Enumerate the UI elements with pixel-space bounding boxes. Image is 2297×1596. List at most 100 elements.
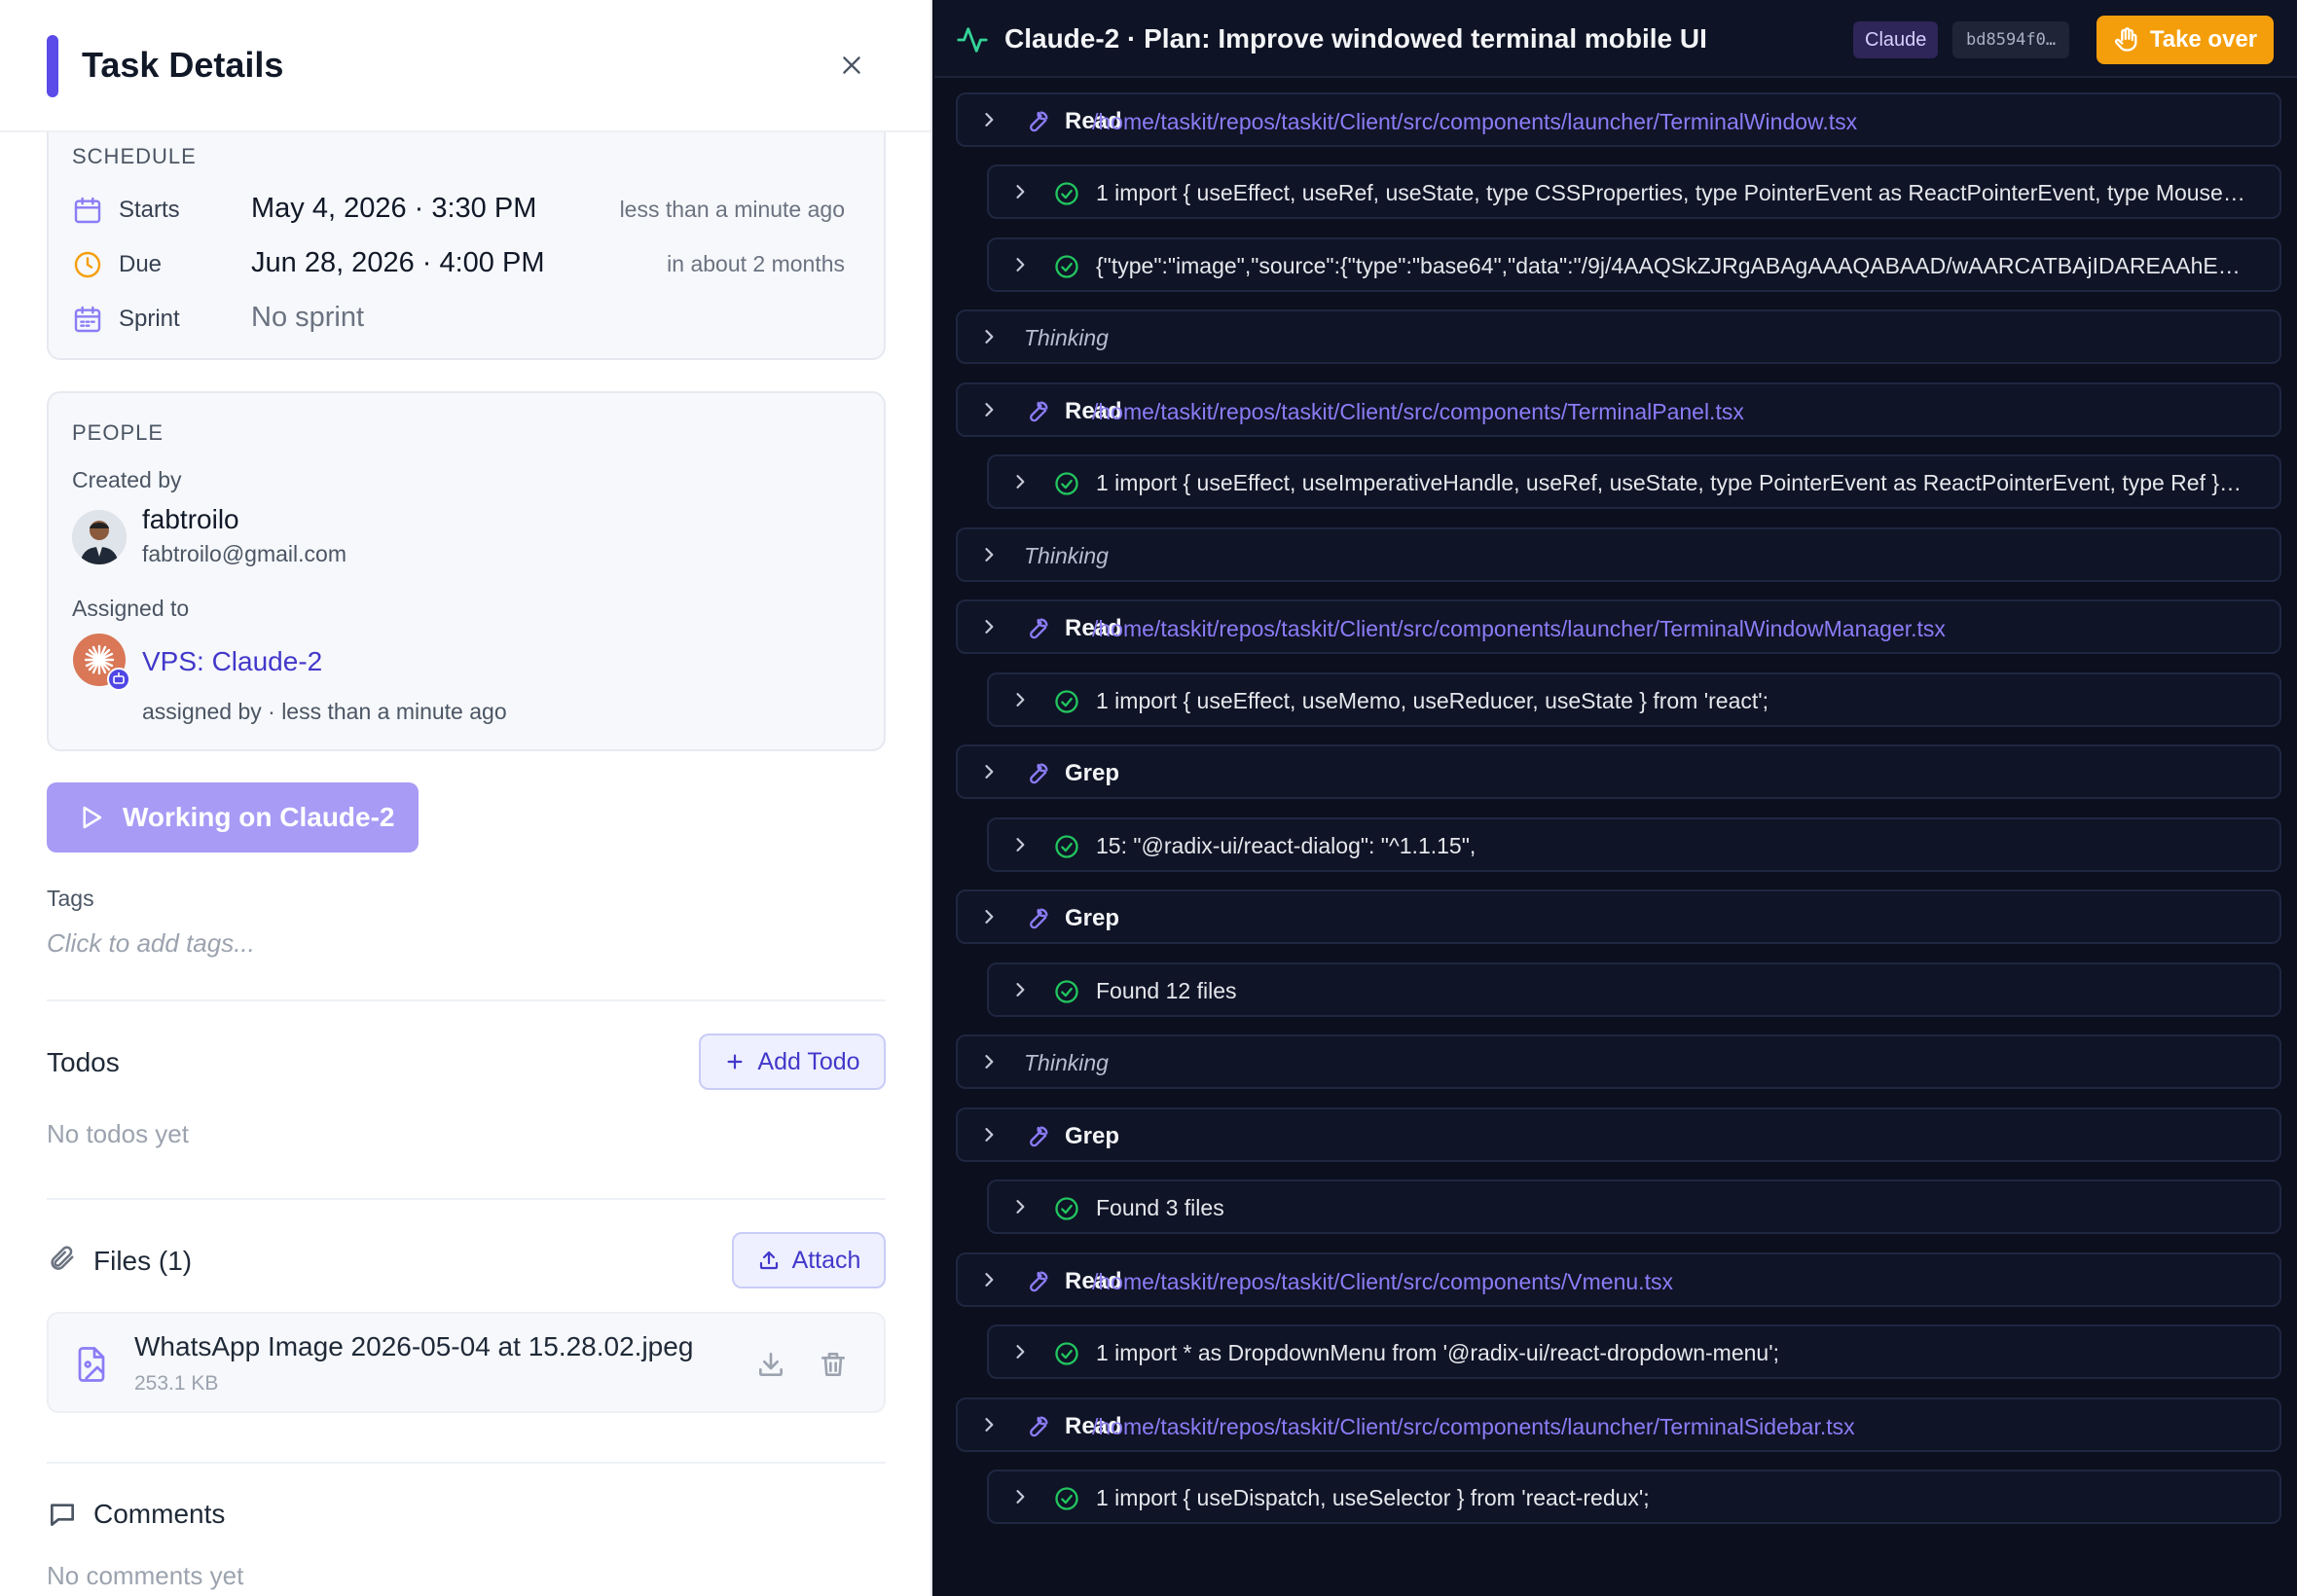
creator-avatar — [72, 510, 127, 564]
tool-result-text: 1 import { useEffect, useMemo, useReduce… — [1096, 688, 1769, 713]
due-value: Jun 28, 2026 · 4:00 PM — [251, 247, 545, 278]
add-todo-label: Add Todo — [757, 1047, 860, 1075]
task-details-panel: SCHEDULE Starts May 4, 2026 · 3:30 PM le… — [0, 0, 932, 1596]
chevron-right-icon — [979, 907, 999, 926]
tool-result-row[interactable]: 1 import { useEffect, useMemo, useReduce… — [987, 672, 2281, 727]
people-caption: PEOPLE — [72, 420, 164, 445]
chevron-right-icon — [1010, 835, 1030, 854]
panel-title: Task Details — [82, 45, 284, 85]
chevron-right-icon — [1010, 1487, 1030, 1506]
tool-path: /home/taskit/repos/taskit/Client/src/com… — [1092, 1269, 1673, 1294]
wrench-icon — [1024, 615, 1051, 642]
attach-button[interactable]: Attach — [732, 1232, 886, 1288]
chevron-right-icon — [1010, 472, 1030, 491]
divider — [47, 1462, 886, 1464]
tool-call-row[interactable]: Grep — [956, 1107, 2281, 1162]
tags-input[interactable]: Click to add tags... — [47, 928, 255, 959]
tool-name: Grep — [1065, 1123, 1120, 1149]
upload-icon — [757, 1249, 781, 1272]
created-by-label: Created by — [72, 467, 182, 492]
check-circle-icon — [1053, 978, 1080, 1005]
tool-call-row[interactable]: Grep — [956, 889, 2281, 944]
chevron-right-icon — [979, 1125, 999, 1144]
chevron-right-icon — [1010, 980, 1030, 999]
wrench-icon — [1024, 398, 1051, 425]
tool-result-row[interactable]: {"type":"image","source":{"type":"base64… — [987, 237, 2281, 292]
tool-result-row[interactable]: 1 import { useEffect, useRef, useState, … — [987, 164, 2281, 219]
sprint-calendar-icon — [72, 304, 103, 335]
creator-email: fabtroilo@gmail.com — [142, 541, 346, 566]
tool-result-row[interactable]: 1 import { useEffect, useImperativeHandl… — [987, 454, 2281, 509]
tool-call-row[interactable]: Read/home/taskit/repos/taskit/Client/src… — [956, 599, 2281, 654]
tool-call-row[interactable]: Read/home/taskit/repos/taskit/Client/src… — [956, 382, 2281, 437]
tool-result-row[interactable]: Found 12 files — [987, 962, 2281, 1017]
schedule-card: SCHEDULE Starts May 4, 2026 · 3:30 PM le… — [47, 97, 886, 360]
plus-icon — [724, 1051, 746, 1072]
trash-icon[interactable] — [818, 1349, 849, 1380]
tool-result-row[interactable]: 1 import * as DropdownMenu from '@radix-… — [987, 1324, 2281, 1379]
tool-result-text: Found 12 files — [1096, 978, 1237, 1003]
chevron-right-icon — [979, 327, 999, 346]
tool-call-row[interactable]: Read/home/taskit/repos/taskit/Client/src… — [956, 92, 2281, 147]
assignee-name[interactable]: VPS: Claude-2 — [142, 646, 322, 677]
tool-result-text: 1 import { useEffect, useImperativeHandl… — [1096, 470, 2242, 495]
tool-call-row[interactable]: Read/home/taskit/repos/taskit/Client/src… — [956, 1252, 2281, 1307]
thinking-label: Thinking — [1024, 325, 1109, 350]
check-circle-icon — [1053, 1340, 1080, 1367]
image-file-icon — [74, 1345, 109, 1384]
hand-icon — [2113, 26, 2140, 54]
assigned-meta: assigned by · less than a minute ago — [142, 699, 507, 724]
agent-badge: Claude — [1853, 21, 1939, 58]
session-hash-badge[interactable]: bd8594f0… — [1952, 21, 2070, 58]
schedule-caption: SCHEDULE — [72, 144, 197, 168]
due-relative: in about 2 months — [667, 251, 845, 276]
chevron-right-icon — [1010, 1342, 1030, 1361]
close-button[interactable] — [831, 45, 872, 86]
tool-result-row[interactable]: Found 3 files — [987, 1179, 2281, 1234]
download-icon[interactable] — [755, 1349, 786, 1380]
working-on-button[interactable]: Working on Claude-2 — [47, 782, 419, 852]
thinking-label: Thinking — [1024, 543, 1109, 568]
check-circle-icon — [1053, 1195, 1080, 1222]
due-row[interactable]: Due Jun 28, 2026 · 4:00 PM in about 2 mo… — [72, 243, 860, 286]
thinking-row[interactable]: Thinking — [956, 527, 2281, 582]
sprint-row[interactable]: Sprint No sprint — [72, 298, 860, 341]
tool-result-row[interactable]: 1 import { useDispatch, useSelector } fr… — [987, 1469, 2281, 1524]
file-item[interactable]: WhatsApp Image 2026-05-04 at 15.28.02.jp… — [47, 1312, 886, 1413]
chevron-right-icon — [1010, 1197, 1030, 1216]
chevron-right-icon — [979, 1052, 999, 1071]
tool-result-text: {"type":"image","source":{"type":"base64… — [1096, 253, 2241, 278]
starts-row[interactable]: Starts May 4, 2026 · 3:30 PM less than a… — [72, 189, 860, 232]
take-over-button[interactable]: Take over — [2096, 16, 2274, 64]
add-todo-button[interactable]: Add Todo — [699, 1034, 886, 1090]
check-circle-icon — [1053, 180, 1080, 207]
tags-label: Tags — [47, 886, 94, 911]
tool-call-row[interactable]: Read/home/taskit/repos/taskit/Client/src… — [956, 1397, 2281, 1452]
file-size: 253.1 KB — [134, 1372, 219, 1395]
wrench-icon — [1024, 1413, 1051, 1440]
check-circle-icon — [1053, 833, 1080, 860]
terminal-topbar: Claude-2 · Plan: Improve windowed termin… — [934, 0, 2297, 78]
tool-call-row[interactable]: Grep — [956, 744, 2281, 799]
starts-value: May 4, 2026 · 3:30 PM — [251, 193, 537, 224]
header-accent-bar — [47, 35, 58, 97]
tool-path: /home/taskit/repos/taskit/Client/src/com… — [1092, 1414, 1855, 1439]
thinking-row[interactable]: Thinking — [956, 1034, 2281, 1089]
activity-icon — [956, 23, 989, 56]
tool-name: Grep — [1065, 760, 1120, 786]
tool-result-text: 1 import { useDispatch, useSelector } fr… — [1096, 1485, 1650, 1510]
chevron-right-icon — [1010, 255, 1030, 274]
check-circle-icon — [1053, 253, 1080, 280]
thinking-row[interactable]: Thinking — [956, 309, 2281, 364]
chevron-right-icon — [979, 545, 999, 564]
tool-name: Grep — [1065, 905, 1120, 931]
tool-result-text: Found 3 files — [1096, 1195, 1224, 1220]
tool-result-text: 15: "@radix-ui/react-dialog": "^1.1.15", — [1096, 833, 1477, 858]
tool-path: /home/taskit/repos/taskit/Client/src/com… — [1092, 399, 1744, 424]
check-circle-icon — [1053, 1485, 1080, 1512]
creator-name: fabtroilo — [142, 504, 239, 534]
tool-result-row[interactable]: 15: "@radix-ui/react-dialog": "^1.1.15", — [987, 817, 2281, 872]
starts-label: Starts — [119, 197, 180, 223]
wrench-icon — [1024, 1268, 1051, 1295]
chevron-right-icon — [979, 1415, 999, 1434]
